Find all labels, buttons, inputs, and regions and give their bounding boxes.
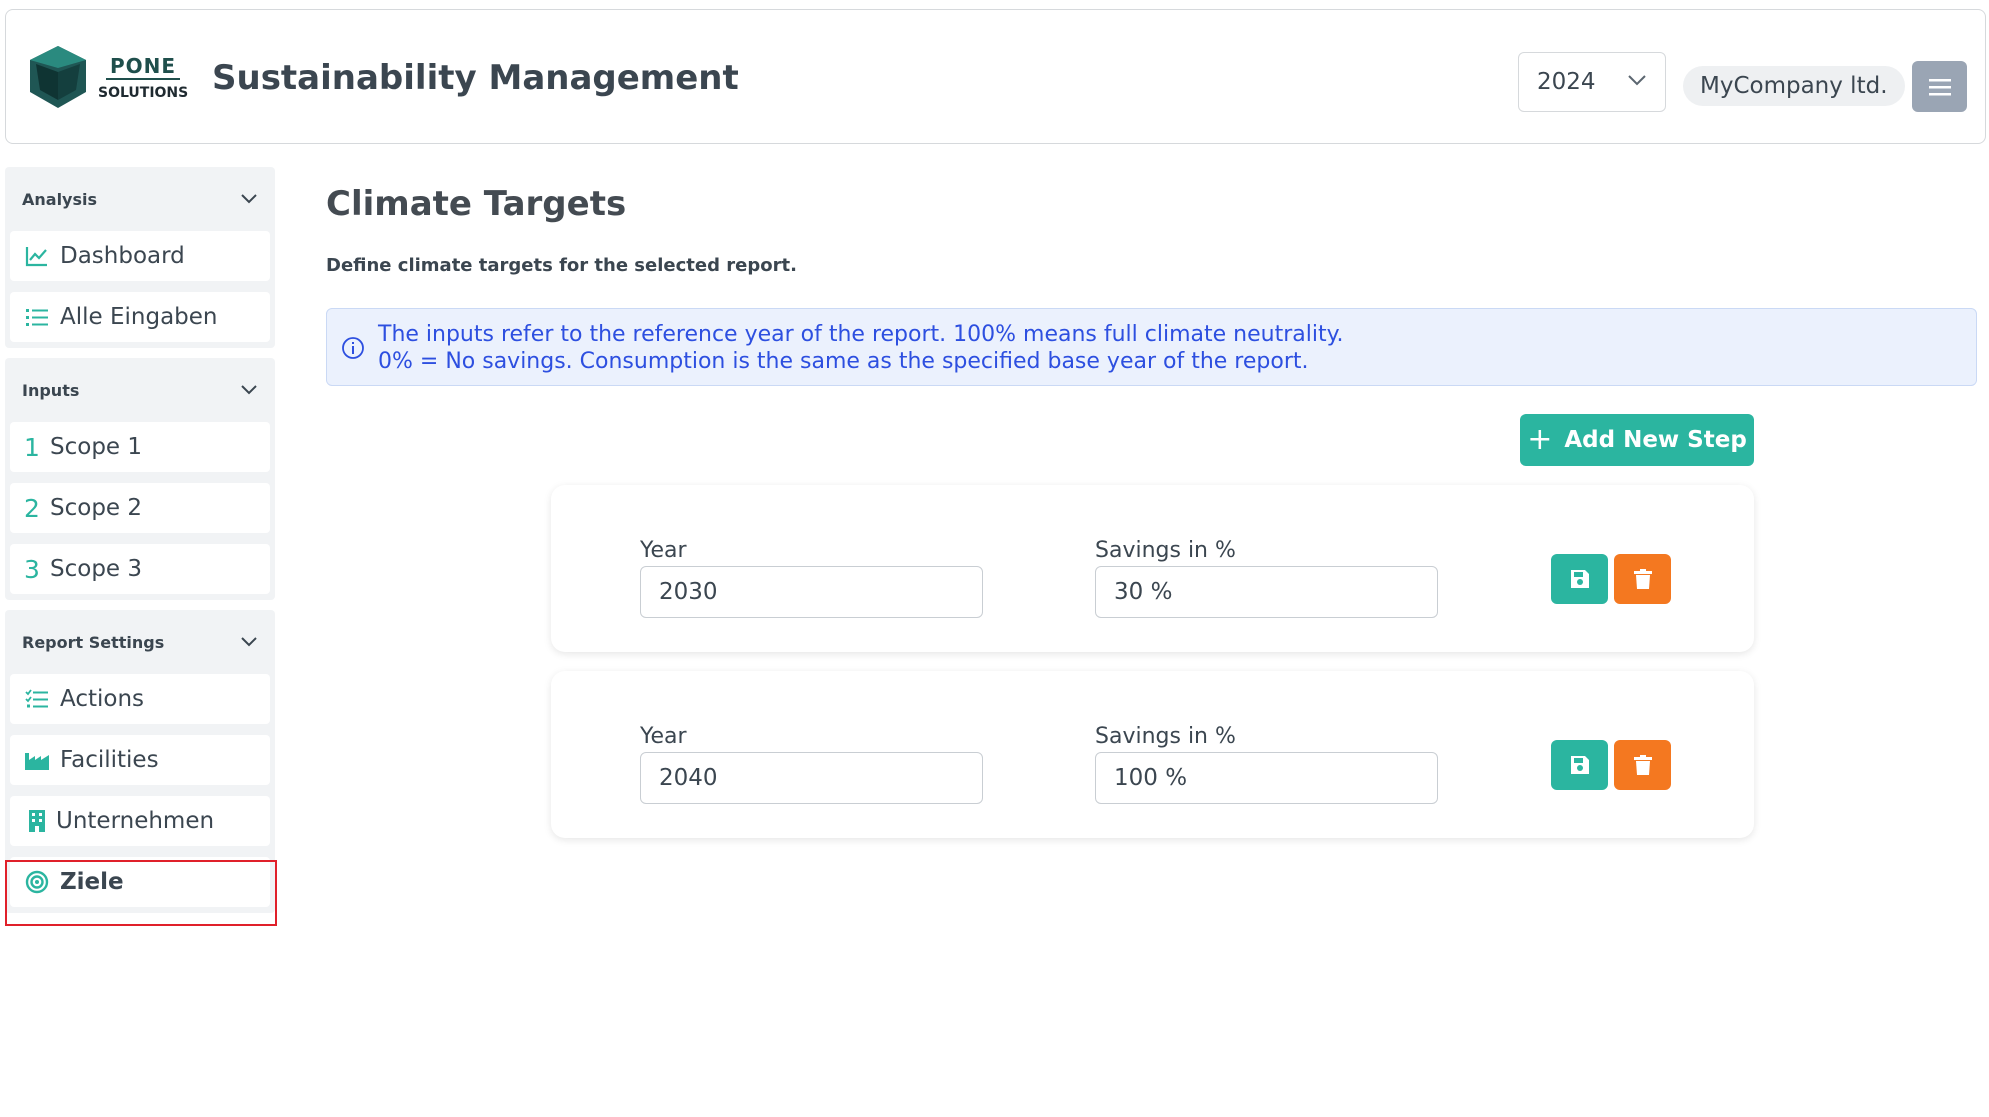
- save-icon: [1570, 570, 1589, 588]
- sidebar-item-label: Scope 3: [50, 556, 143, 582]
- target-step-card: Year 2040 Savings in % 100 %: [551, 671, 1754, 838]
- sidebar-item-label: Scope 1: [50, 434, 143, 460]
- delete-button[interactable]: [1614, 554, 1671, 604]
- year-label: Year: [640, 724, 687, 749]
- selection-highlight: [5, 860, 277, 926]
- sidebar-item-label: Facilities: [60, 747, 159, 773]
- chevron-down-icon: [241, 637, 257, 647]
- sidebar-item-label: Unternehmen: [56, 808, 215, 834]
- page-title: Climate Targets: [326, 184, 627, 224]
- section-title: Analysis: [22, 189, 98, 209]
- app-header: PONE SOLUTIONS Sustainability Management…: [5, 9, 1986, 144]
- logo-wordmark: PONE: [106, 54, 180, 80]
- section-title: Inputs: [22, 380, 80, 400]
- sidebar-section-inputs: Inputs 1 Scope 1 2 Scope 2 3 Scope 3: [5, 358, 275, 600]
- company-logo[interactable]: PONE SOLUTIONS: [28, 44, 193, 114]
- menu-button[interactable]: [1912, 61, 1967, 112]
- chevron-down-icon: [241, 385, 257, 395]
- section-title: Report Settings: [22, 632, 165, 652]
- checklist-icon: [24, 688, 50, 710]
- info-icon: [342, 337, 364, 359]
- section-header-report-settings[interactable]: Report Settings: [10, 610, 270, 674]
- year-label: Year: [640, 538, 687, 563]
- logo-cube-icon: [30, 46, 86, 108]
- scope-number: 1: [24, 432, 40, 462]
- plus-icon: +: [1527, 422, 1553, 457]
- add-new-step-button[interactable]: + Add New Step: [1520, 414, 1754, 466]
- sidebar-item-label: Actions: [60, 686, 145, 712]
- savings-input[interactable]: 100 %: [1095, 752, 1438, 804]
- year-select-value: 2024: [1537, 69, 1596, 95]
- hamburger-icon: [1928, 78, 1951, 95]
- list-icon: [24, 306, 50, 328]
- sidebar-item-label: Alle Eingaben: [60, 304, 218, 330]
- info-line-1: The inputs refer to the reference year o…: [378, 322, 1344, 347]
- scope-number: 3: [24, 554, 40, 584]
- page-subtitle: Define climate targets for the selected …: [326, 255, 797, 276]
- app-title: Sustainability Management: [212, 58, 739, 98]
- savings-label: Savings in %: [1095, 724, 1236, 749]
- save-icon: [1570, 756, 1589, 774]
- company-badge[interactable]: MyCompany ltd.: [1683, 66, 1905, 106]
- delete-button[interactable]: [1614, 740, 1671, 790]
- section-header-analysis[interactable]: Analysis: [10, 167, 270, 231]
- save-button[interactable]: [1551, 554, 1608, 604]
- year-input[interactable]: 2040: [640, 752, 983, 804]
- target-step-card: Year 2030 Savings in % 30 %: [551, 485, 1754, 652]
- sidebar: Analysis Dashboard Alle Eingaben Inputs …: [5, 167, 275, 923]
- info-line-2: 0% = No savings. Consumption is the same…: [378, 349, 1309, 374]
- scope-number: 2: [24, 493, 40, 523]
- building-icon: [24, 809, 50, 833]
- sidebar-item-dashboard[interactable]: Dashboard: [10, 231, 270, 281]
- sidebar-item-unternehmen[interactable]: Unternehmen: [10, 796, 270, 846]
- trash-icon: [1633, 755, 1652, 775]
- year-select[interactable]: 2024: [1518, 52, 1666, 112]
- save-button[interactable]: [1551, 740, 1608, 790]
- sidebar-item-facilities[interactable]: Facilities: [10, 735, 270, 785]
- logo-subtitle: SOLUTIONS: [98, 85, 189, 101]
- chevron-down-icon: [1628, 75, 1646, 86]
- sidebar-item-alle-eingaben[interactable]: Alle Eingaben: [10, 292, 270, 342]
- chart-line-icon: [24, 245, 50, 267]
- add-new-step-label: Add New Step: [1564, 427, 1747, 453]
- trash-icon: [1633, 569, 1652, 589]
- sidebar-item-label: Dashboard: [60, 243, 185, 269]
- sidebar-section-analysis: Analysis Dashboard Alle Eingaben: [5, 167, 275, 348]
- sidebar-item-scope-2[interactable]: 2 Scope 2: [10, 483, 270, 533]
- savings-input[interactable]: 30 %: [1095, 566, 1438, 618]
- chevron-down-icon: [241, 194, 257, 204]
- info-alert: The inputs refer to the reference year o…: [326, 308, 1977, 386]
- savings-label: Savings in %: [1095, 538, 1236, 563]
- section-header-inputs[interactable]: Inputs: [10, 358, 270, 422]
- industry-icon: [24, 749, 50, 771]
- sidebar-item-actions[interactable]: Actions: [10, 674, 270, 724]
- sidebar-item-label: Scope 2: [50, 495, 143, 521]
- sidebar-item-scope-1[interactable]: 1 Scope 1: [10, 422, 270, 472]
- year-input[interactable]: 2030: [640, 566, 983, 618]
- sidebar-item-scope-3[interactable]: 3 Scope 3: [10, 544, 270, 594]
